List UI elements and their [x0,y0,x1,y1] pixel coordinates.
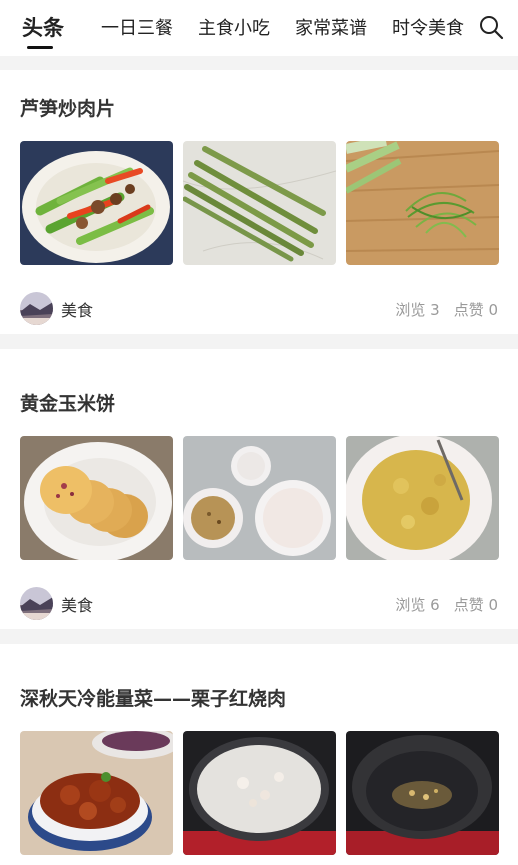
like-count[interactable]: 点赞 0 [454,596,498,614]
article-image-pot-oil[interactable] [346,731,499,855]
article-image-pot-boiling[interactable] [183,731,336,855]
article-image-stir-fried-asparagus[interactable] [20,141,173,265]
tab-staple-snacks[interactable]: 主食小吃 [198,14,270,40]
view-count: 浏览 6 [395,596,440,614]
avatar[interactable] [20,292,53,325]
article-stats: 浏览 3 点赞 0 [381,299,498,320]
active-tab-indicator [27,46,53,49]
article-image-braised-pork[interactable] [20,731,173,855]
avatar[interactable] [20,587,53,620]
article-image-corn-pancakes[interactable] [20,436,173,560]
article-image-row[interactable] [20,436,509,560]
article-title[interactable]: 深秋天冷能量菜——栗子红烧肉 [20,684,286,711]
view-count: 浏览 3 [395,301,440,319]
article-title[interactable]: 芦笋炒肉片 [20,94,115,121]
article-title[interactable]: 黄金玉米饼 [20,389,115,416]
like-count[interactable]: 点赞 0 [454,301,498,319]
article-image-bowls[interactable] [183,436,336,560]
article-image-row[interactable] [20,731,509,855]
article-image-raw-asparagus[interactable] [183,141,336,265]
article-meta: 美食 浏览 3 点赞 0 [20,292,498,326]
article-stats: 浏览 6 点赞 0 [381,594,498,615]
article-image-row[interactable] [20,141,509,265]
author-name[interactable]: 美食 [61,592,93,616]
tab-home-recipes[interactable]: 家常菜谱 [295,14,367,40]
article-card[interactable]: 深秋天冷能量菜——栗子红烧肉 [0,644,518,865]
tab-three-meals[interactable]: 一日三餐 [101,14,173,40]
article-card[interactable]: 芦笋炒肉片 美食 浏览 3 点赞 0 [0,70,518,334]
article-card[interactable]: 黄金玉米饼 美食 浏览 6 点赞 0 [0,349,518,629]
article-meta: 美食 浏览 6 点赞 0 [20,587,498,621]
search-icon[interactable] [478,14,504,40]
author-name[interactable]: 美食 [61,297,93,321]
article-image-corn-batter[interactable] [346,436,499,560]
top-nav: 头条 一日三餐 主食小吃 家常菜谱 时令美食 [0,0,518,56]
tab-headlines[interactable]: 头条 [22,12,64,42]
tab-seasonal-food[interactable]: 时令美食 [392,14,464,40]
article-image-shredded-scallion[interactable] [346,141,499,265]
